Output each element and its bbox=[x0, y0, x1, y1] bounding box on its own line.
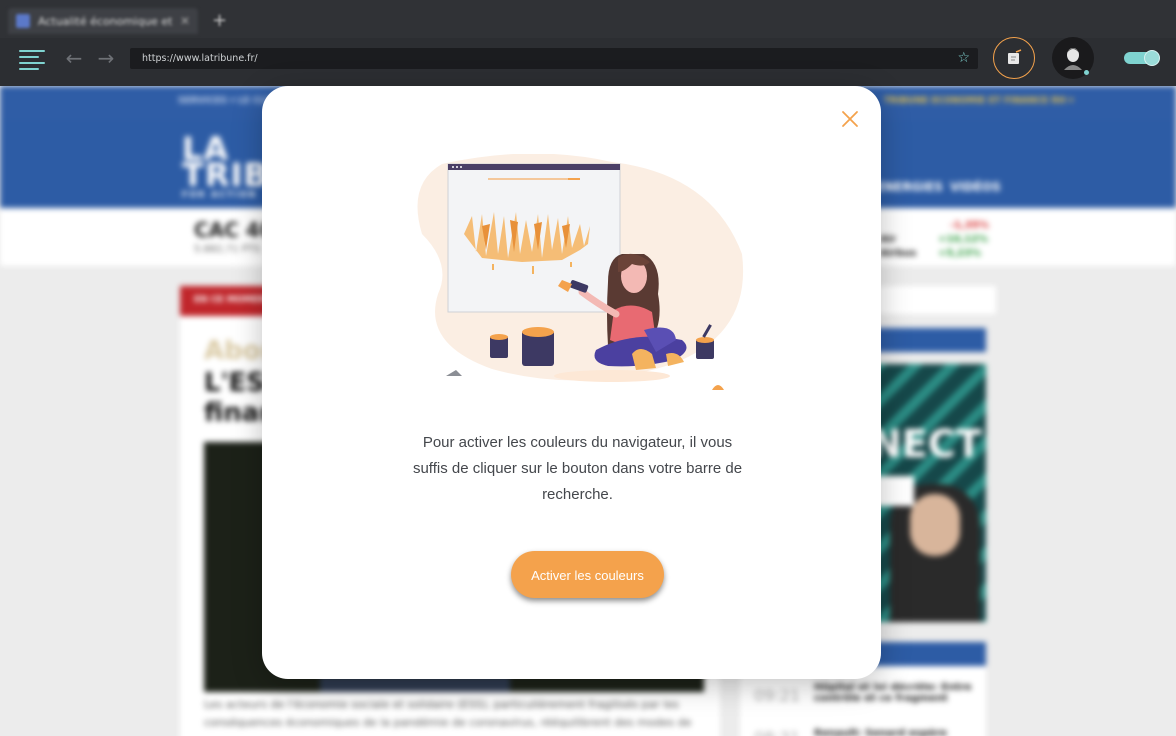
avatar-portrait-icon bbox=[1064, 48, 1082, 70]
site-favicon-icon bbox=[16, 14, 30, 28]
hamburger-menu-icon[interactable] bbox=[19, 48, 47, 70]
browser-toolbar: ← → https://www.latribune.fr/ ☆ bbox=[0, 37, 1176, 86]
tab-close-icon[interactable]: ✕ bbox=[180, 14, 190, 28]
ticker-value: +10,12% bbox=[938, 234, 989, 245]
site-menu-energies: ENERGIES bbox=[876, 180, 943, 194]
index-value: 5.882,71 PTS bbox=[194, 244, 261, 255]
modal-message: Pour activer les couleurs du navigateur,… bbox=[412, 434, 743, 503]
ticker-label: Air bbox=[880, 234, 897, 245]
ticker-value: -1,35% bbox=[950, 220, 989, 231]
toggle-knob bbox=[1144, 50, 1160, 66]
activate-colors-toolbar-button[interactable] bbox=[993, 37, 1035, 79]
url-text: https://www.latribune.fr/ bbox=[142, 53, 258, 64]
close-icon[interactable] bbox=[839, 108, 861, 130]
new-tab-button[interactable]: + bbox=[212, 10, 227, 31]
site-menu-videos: VIDÉOS bbox=[950, 180, 1001, 194]
ticker-value: +5,23% bbox=[938, 248, 982, 259]
activate-colors-modal: Pour activer les couleurs du navigateur,… bbox=[262, 86, 881, 679]
activate-colors-button[interactable]: Activer les couleurs bbox=[511, 551, 664, 598]
bookmark-star-icon[interactable]: ☆ bbox=[957, 50, 970, 66]
tab-bar: Actualité économique et finan... ✕ + bbox=[0, 0, 1176, 40]
article-excerpt: Les acteurs de l'économie sociale et sol… bbox=[204, 698, 679, 711]
article-excerpt: conséquences économiques de la pandémie … bbox=[204, 716, 692, 729]
online-status-dot bbox=[1084, 70, 1089, 75]
forward-arrow-icon[interactable]: → bbox=[95, 47, 117, 69]
tab-title: Actualité économique et finan... bbox=[38, 14, 172, 28]
ticker-label: Airbus bbox=[880, 248, 917, 259]
site-nav-right: TRIBUNE ECONOMIE ET FINANCE RH ▾ bbox=[884, 96, 1074, 106]
browser-tab[interactable]: Actualité économique et finan... ✕ bbox=[8, 8, 198, 34]
back-arrow-icon[interactable]: ← bbox=[63, 47, 85, 69]
color-palette-icon bbox=[1008, 49, 1022, 64]
painter-illustration bbox=[417, 154, 744, 390]
user-avatar[interactable] bbox=[1052, 37, 1094, 79]
address-bar[interactable]: https://www.latribune.fr/ ☆ bbox=[130, 48, 978, 69]
theme-toggle[interactable] bbox=[1124, 50, 1160, 66]
